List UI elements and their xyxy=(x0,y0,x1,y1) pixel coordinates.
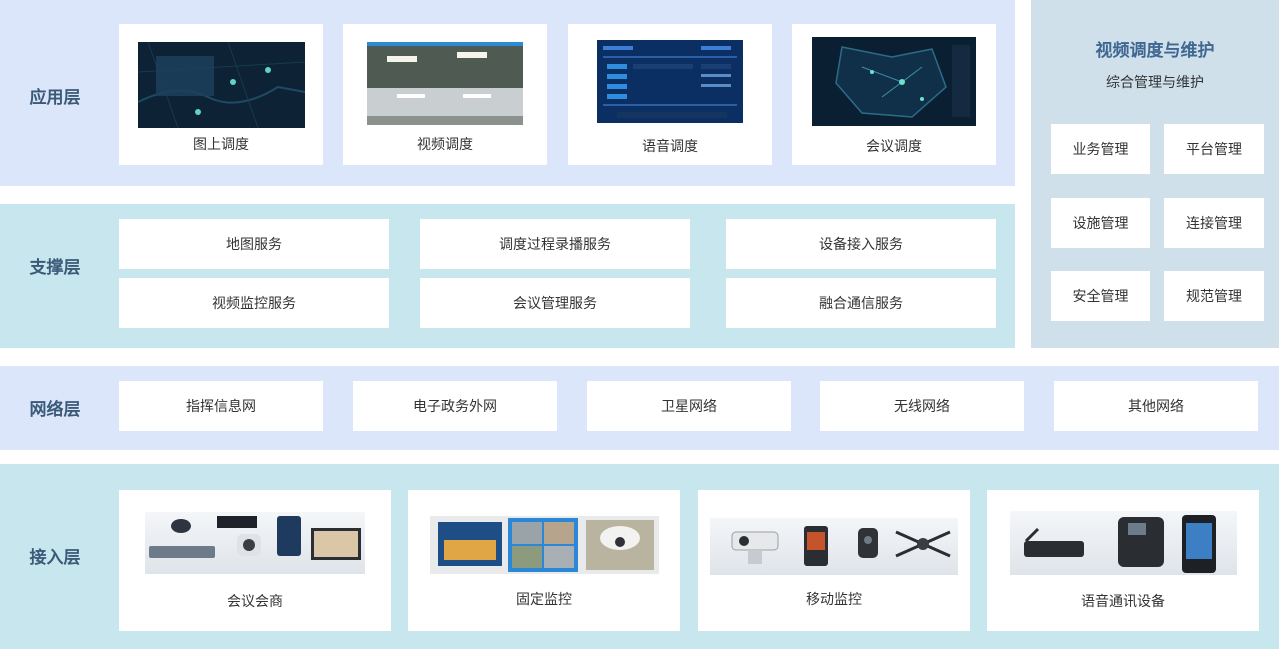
side-item-business-management[interactable]: 业务管理 xyxy=(1051,124,1150,174)
app-card-voice-dispatch[interactable]: 语音调度 xyxy=(568,24,772,165)
access-card-label: 移动监控 xyxy=(806,592,862,608)
network-wireless[interactable]: 无线网络 xyxy=(820,381,1024,431)
side-item-connection-management[interactable]: 连接管理 xyxy=(1164,198,1264,248)
access-card-label: 语音通讯设备 xyxy=(1081,594,1165,610)
service-recording[interactable]: 调度过程录播服务 xyxy=(420,219,690,269)
app-card-label: 图上调度 xyxy=(193,137,249,153)
access-card-voice-devices[interactable]: 语音通讯设备 xyxy=(987,490,1259,631)
app-card-map-dispatch[interactable]: 图上调度 xyxy=(119,24,323,165)
access-card-mobile-monitoring[interactable]: 移动监控 xyxy=(698,490,970,631)
video-dispatch-screenshot xyxy=(367,42,523,125)
access-card-fixed-monitoring[interactable]: 固定监控 xyxy=(408,490,680,631)
app-card-label: 会议调度 xyxy=(866,139,922,155)
application-layer-label: 应用层 xyxy=(29,88,81,108)
mobile-surveillance-photo xyxy=(710,518,958,575)
network-layer-label: 网络层 xyxy=(29,400,81,420)
access-card-conference[interactable]: 会议会商 xyxy=(119,490,391,631)
access-card-label: 会议会商 xyxy=(227,594,283,610)
network-command-info[interactable]: 指挥信息网 xyxy=(119,381,323,431)
voice-devices-photo xyxy=(1009,511,1237,575)
fixed-camera-photo xyxy=(429,516,659,574)
service-conference-management[interactable]: 会议管理服务 xyxy=(420,278,690,328)
service-device-access[interactable]: 设备接入服务 xyxy=(726,219,996,269)
side-item-facility-management[interactable]: 设施管理 xyxy=(1051,198,1150,248)
side-item-standard-management[interactable]: 规范管理 xyxy=(1164,271,1264,321)
service-map[interactable]: 地图服务 xyxy=(119,219,389,269)
network-satellite[interactable]: 卫星网络 xyxy=(587,381,791,431)
access-layer-label: 接入层 xyxy=(29,548,81,568)
app-card-label: 语音调度 xyxy=(642,139,698,155)
support-layer-label: 支撑层 xyxy=(29,258,81,278)
side-item-security-management[interactable]: 安全管理 xyxy=(1051,271,1150,321)
service-video-monitoring[interactable]: 视频监控服务 xyxy=(119,278,389,328)
side-panel-title: 视频调度与维护 xyxy=(1095,41,1215,61)
conference-dispatch-screenshot xyxy=(812,37,976,126)
network-egov-extranet[interactable]: 电子政务外网 xyxy=(353,381,557,431)
app-card-conference-dispatch[interactable]: 会议调度 xyxy=(792,24,996,165)
app-card-video-dispatch[interactable]: 视频调度 xyxy=(343,24,547,165)
access-card-label: 固定监控 xyxy=(516,592,572,608)
side-panel-subtitle: 综合管理与维护 xyxy=(1106,75,1204,91)
network-other[interactable]: 其他网络 xyxy=(1054,381,1258,431)
app-card-label: 视频调度 xyxy=(417,137,473,153)
voice-dispatch-screenshot xyxy=(597,40,743,123)
service-converged-communication[interactable]: 融合通信服务 xyxy=(726,278,996,328)
side-item-platform-management[interactable]: 平台管理 xyxy=(1164,124,1264,174)
map-dispatch-screenshot xyxy=(137,42,305,128)
conference-devices-photo xyxy=(145,512,365,574)
